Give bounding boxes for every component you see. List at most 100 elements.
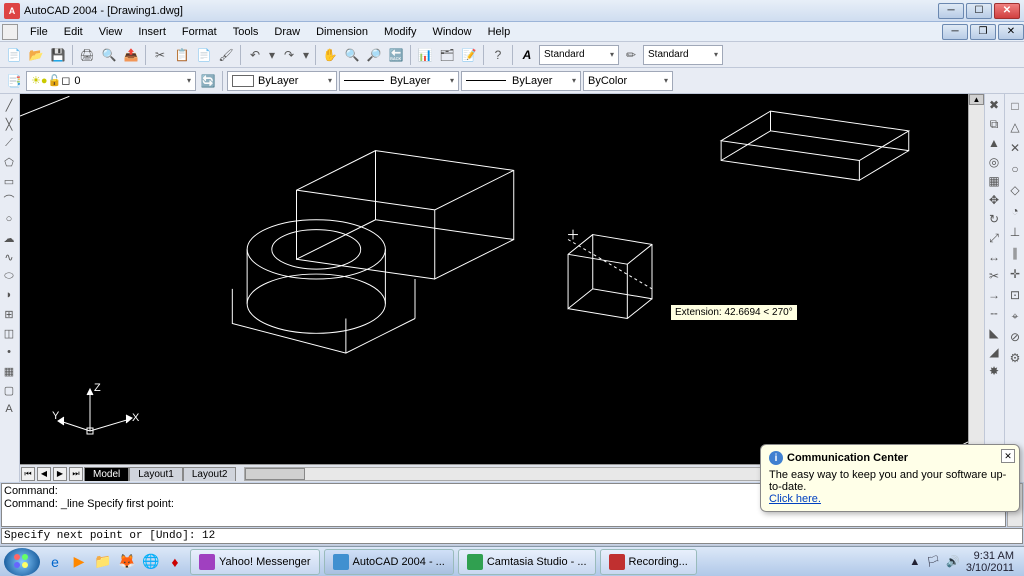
point-tool[interactable]: •: [0, 343, 18, 361]
tab-next-button[interactable]: ▶: [53, 467, 67, 481]
array-tool[interactable]: ▦: [985, 172, 1003, 190]
zoom-realtime-button[interactable]: 🔍: [342, 45, 362, 65]
taskbar-item-yahoo[interactable]: Yahoo! Messenger: [190, 549, 320, 575]
zoom-previous-button[interactable]: 🔙: [386, 45, 406, 65]
menu-dimension[interactable]: Dimension: [308, 24, 376, 40]
menu-help[interactable]: Help: [480, 24, 519, 40]
chamfer-tool[interactable]: ◣: [985, 324, 1003, 342]
menu-edit[interactable]: Edit: [56, 24, 91, 40]
line-tool[interactable]: ╱: [0, 96, 18, 114]
osnap-quadrant[interactable]: ◇: [1005, 180, 1024, 200]
pan-button[interactable]: ✋: [320, 45, 340, 65]
layer-manager-button[interactable]: 📑: [4, 71, 24, 91]
trim-tool[interactable]: ✂: [985, 267, 1003, 285]
clock[interactable]: 9:31 AM 3/10/2011: [966, 550, 1020, 574]
dim-style-icon[interactable]: A: [517, 45, 537, 65]
comm-link[interactable]: Click here.: [769, 493, 821, 505]
undo-dropdown[interactable]: ▾: [267, 45, 277, 65]
osnap-endpoint[interactable]: □: [1005, 96, 1024, 116]
osnap-nearest[interactable]: ⌖: [1005, 306, 1024, 326]
stretch-tool[interactable]: ↔: [985, 248, 1003, 266]
offset-tool[interactable]: ◎: [985, 153, 1003, 171]
layer-previous-button[interactable]: 🔄: [198, 71, 218, 91]
menu-format[interactable]: Format: [174, 24, 225, 40]
cut-button[interactable]: ✂: [150, 45, 170, 65]
tab-layout2[interactable]: Layout2: [183, 467, 237, 481]
save-button[interactable]: 💾: [48, 45, 68, 65]
break-tool[interactable]: ╌: [985, 305, 1003, 323]
dimstyle-dropdown[interactable]: Standard: [539, 45, 619, 65]
polygon-tool[interactable]: ⬠: [0, 153, 18, 171]
command-input[interactable]: Specify next point or [Undo]: 12: [1, 528, 1023, 544]
ellipse-tool[interactable]: ⬭: [0, 267, 18, 285]
tab-first-button[interactable]: ⏮: [21, 467, 35, 481]
comm-close-button[interactable]: ✕: [1001, 449, 1015, 463]
print-preview-button[interactable]: 🔍: [99, 45, 119, 65]
erase-tool[interactable]: ✖: [985, 96, 1003, 114]
new-button[interactable]: 📄: [4, 45, 24, 65]
osnap-tangent[interactable]: ◔: [1005, 201, 1024, 221]
text-tool[interactable]: A: [0, 400, 18, 418]
quick-firefox-icon[interactable]: 🦊: [116, 551, 138, 573]
menu-file[interactable]: File: [22, 24, 56, 40]
osnap-intersection[interactable]: ✕: [1005, 138, 1024, 158]
insert-block-tool[interactable]: ⊞: [0, 305, 18, 323]
redo-button[interactable]: ↷: [279, 45, 299, 65]
osnap-insert[interactable]: ⊡: [1005, 285, 1024, 305]
circle-tool[interactable]: ○: [0, 210, 18, 228]
menu-tools[interactable]: Tools: [225, 24, 267, 40]
osnap-center[interactable]: ○: [1005, 159, 1024, 179]
menu-draw[interactable]: Draw: [266, 24, 308, 40]
pline-tool[interactable]: ⟋: [0, 134, 18, 152]
make-block-tool[interactable]: ◫: [0, 324, 18, 342]
match-props-button[interactable]: 🖌: [216, 45, 236, 65]
osnap-midpoint[interactable]: △: [1005, 117, 1024, 137]
scale-tool[interactable]: ⤢: [985, 229, 1003, 247]
taskbar-item-camtasia[interactable]: Camtasia Studio - ...: [458, 549, 596, 575]
design-center-button[interactable]: 🗂: [437, 45, 457, 65]
arc-tool[interactable]: ⌒: [0, 191, 18, 209]
tray-volume-icon[interactable]: 🔊: [946, 555, 960, 568]
taskbar-item-recording[interactable]: Recording...: [600, 549, 697, 575]
hatch-tool[interactable]: ▦: [0, 362, 18, 380]
tab-prev-button[interactable]: ◀: [37, 467, 51, 481]
osnap-settings[interactable]: ⚙: [1005, 348, 1024, 368]
move-tool[interactable]: ✥: [985, 191, 1003, 209]
osnap-perpendicular[interactable]: ⊥: [1005, 222, 1024, 242]
plotstyle-dropdown[interactable]: ByColor: [583, 71, 673, 91]
color-dropdown[interactable]: ByLayer: [227, 71, 337, 91]
mirror-tool[interactable]: ▲: [985, 134, 1003, 152]
ellipse-arc-tool[interactable]: ◗: [0, 286, 18, 304]
quick-app-icon[interactable]: ♦: [164, 551, 186, 573]
undo-button[interactable]: ↶: [245, 45, 265, 65]
close-button[interactable]: ✕: [994, 3, 1020, 19]
fillet-tool[interactable]: ◢: [985, 343, 1003, 361]
spline-tool[interactable]: ∿: [0, 248, 18, 266]
rotate-tool[interactable]: ↻: [985, 210, 1003, 228]
text-style-icon[interactable]: ✏: [621, 45, 641, 65]
linetype-dropdown[interactable]: ByLayer: [339, 71, 459, 91]
explode-tool[interactable]: ✸: [985, 362, 1003, 380]
start-button[interactable]: [4, 548, 40, 576]
copy-tool[interactable]: ⧉: [985, 115, 1003, 133]
revcloud-tool[interactable]: ☁: [0, 229, 18, 247]
rectangle-tool[interactable]: ▭: [0, 172, 18, 190]
menu-modify[interactable]: Modify: [376, 24, 424, 40]
tab-last-button[interactable]: ⏭: [69, 467, 83, 481]
mdi-minimize-button[interactable]: ─: [942, 24, 968, 40]
taskbar-item-autocad[interactable]: AutoCAD 2004 - ...: [324, 549, 454, 575]
copy-button[interactable]: 📋: [172, 45, 192, 65]
xline-tool[interactable]: ╳: [0, 115, 18, 133]
lineweight-dropdown[interactable]: ByLayer: [461, 71, 581, 91]
tab-model[interactable]: Model: [84, 467, 129, 481]
mdi-close-button[interactable]: ✕: [998, 24, 1024, 40]
quick-chrome-icon[interactable]: 🌐: [140, 551, 162, 573]
layer-dropdown[interactable]: ☀●🔓◻ 0: [26, 71, 196, 91]
properties-button[interactable]: 📊: [415, 45, 435, 65]
print-button[interactable]: 🖨: [77, 45, 97, 65]
menu-window[interactable]: Window: [424, 24, 479, 40]
mdi-control-icon[interactable]: [2, 24, 18, 40]
menu-view[interactable]: View: [91, 24, 131, 40]
textstyle-dropdown[interactable]: Standard: [643, 45, 723, 65]
maximize-button[interactable]: ☐: [966, 3, 992, 19]
